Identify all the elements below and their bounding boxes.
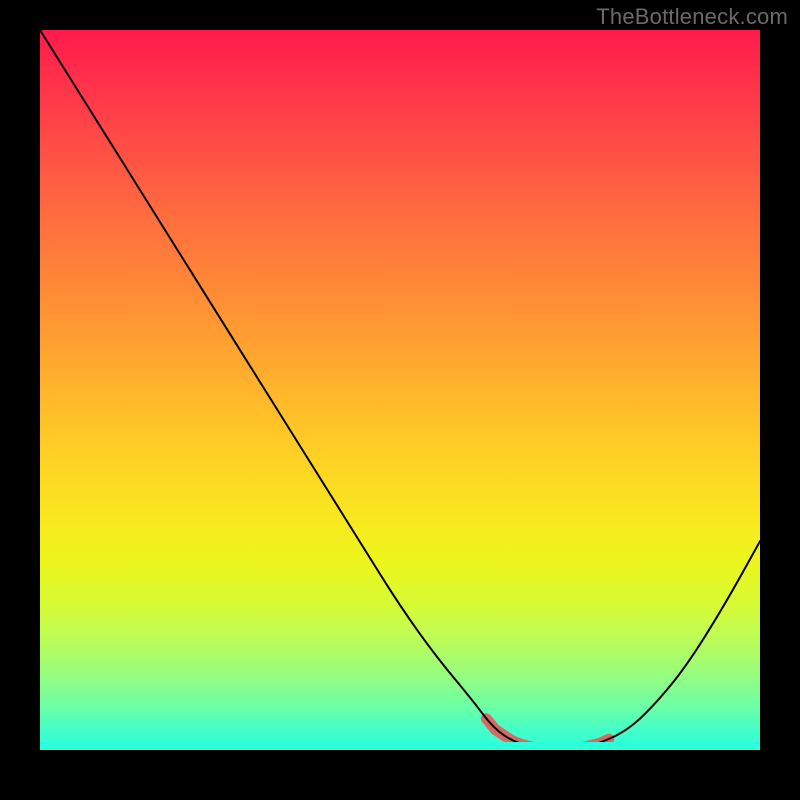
bottleneck-curve [40, 30, 760, 750]
watermark-text: TheBottleneck.com [596, 4, 788, 30]
curve-svg [40, 30, 760, 750]
bottom-green-band [40, 742, 760, 750]
plot-area [40, 30, 760, 750]
chart-frame: TheBottleneck.com [0, 0, 800, 800]
